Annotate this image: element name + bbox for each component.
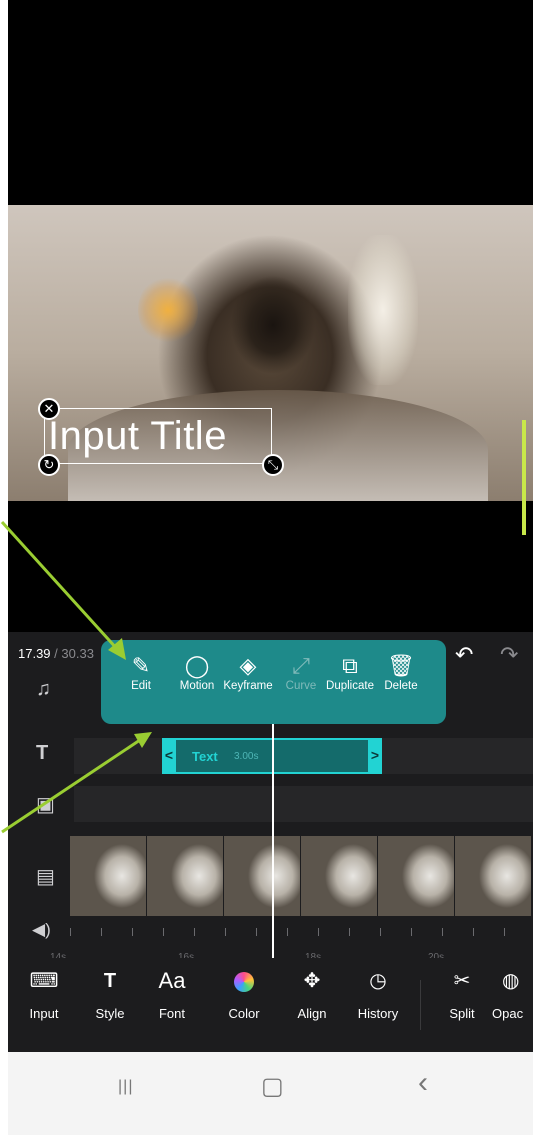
ruler-tick xyxy=(256,928,257,936)
rotate-icon[interactable]: ↻ xyxy=(38,454,60,476)
clip-left-handle[interactable]: < xyxy=(162,738,176,774)
font-tool[interactable]: Aa Font xyxy=(142,966,202,1021)
light-left xyxy=(138,275,198,345)
history-tool[interactable]: ◷ History xyxy=(348,966,408,1021)
annotation-arrow-clip xyxy=(1,732,152,834)
back-button[interactable]: ‹ xyxy=(418,1066,428,1100)
opacity-icon: ◍ xyxy=(502,970,520,992)
clip-duration: 3.00s xyxy=(234,751,259,762)
delete-button[interactable]: 🗑 Delete xyxy=(373,652,429,692)
ruler-tick xyxy=(101,928,102,936)
color-wheel-icon xyxy=(214,966,274,996)
clip-action-popup: ✎ Edit ◯ Motion ◈ Keyframe ⤢ Curve ⧉ Dup… xyxy=(101,640,446,724)
delete-icon: 🗑 xyxy=(387,653,415,678)
delete-label: Delete xyxy=(384,680,418,692)
ruler-tick xyxy=(318,928,319,936)
video-frame-thumb xyxy=(224,836,300,916)
style-tool-label: Style xyxy=(95,1006,125,1021)
redo-icon[interactable]: ↷ xyxy=(500,642,518,668)
video-frame-thumb xyxy=(455,836,531,916)
edit-label: Edit xyxy=(131,680,151,692)
phone-screen: Input Title ✕ ↻ ⤡ 17.39 / 30.33 ↶ ↷ ♫ T … xyxy=(0,0,533,1135)
tools-divider xyxy=(420,980,421,1030)
split-tool[interactable]: ✂ Split xyxy=(432,966,492,1021)
ruler-tick xyxy=(70,928,71,936)
input-tool-label: Input xyxy=(29,1006,59,1021)
title-text-overlay[interactable]: Input Title xyxy=(48,410,227,462)
duplicate-icon: ⧉ xyxy=(342,653,358,678)
ruler-tick xyxy=(504,928,505,936)
ruler-tick xyxy=(225,928,226,936)
system-nav-bar: ||| ▢ ‹ xyxy=(8,1052,533,1135)
home-button[interactable]: ▢ xyxy=(261,1072,284,1101)
duplicate-button[interactable]: ⧉ Duplicate xyxy=(323,652,377,692)
split-tool-label: Split xyxy=(449,1006,475,1021)
duplicate-label: Duplicate xyxy=(326,680,374,692)
scale-icon[interactable]: ⤡ xyxy=(262,454,284,476)
color-tool-label: Color xyxy=(228,1006,260,1021)
ruler-tick xyxy=(473,928,474,936)
ruler-tick xyxy=(411,928,412,936)
annotation-arrow-popup xyxy=(0,520,126,660)
align-tool-label: Align xyxy=(297,1006,327,1021)
history-tool-label: History xyxy=(357,1006,399,1021)
light-right xyxy=(348,235,418,385)
ruler-tick xyxy=(442,928,443,936)
motion-icon: ◯ xyxy=(184,653,210,678)
keyframe-icon: ◈ xyxy=(239,653,257,678)
video-frame-thumb xyxy=(378,836,454,916)
curve-button[interactable]: ⤢ Curve xyxy=(273,652,329,692)
color-swatch xyxy=(234,971,254,992)
close-icon[interactable]: ✕ xyxy=(38,398,60,420)
motion-label: Motion xyxy=(179,680,215,692)
video-filmstrip[interactable] xyxy=(70,836,533,916)
recents-button[interactable]: ||| xyxy=(118,1078,133,1096)
video-frame-thumb xyxy=(70,836,146,916)
clip-right-handle[interactable]: > xyxy=(368,738,382,774)
ruler-tick xyxy=(194,928,195,936)
ruler-tick xyxy=(287,928,288,936)
curve-label: Curve xyxy=(285,680,317,692)
text-tools-bar: ⌨ Input T Style Aa Font Color ✥ Align ◷ … xyxy=(8,958,533,1050)
add-video-icon[interactable]: ▤ xyxy=(36,864,55,889)
scissors-icon: ✂ xyxy=(453,970,471,992)
ruler-tick xyxy=(132,928,133,936)
video-frame-thumb xyxy=(147,836,223,916)
style-tool[interactable]: T Style xyxy=(80,966,140,1021)
opacity-tool-label: Opac xyxy=(492,1006,524,1021)
time-ruler: 14s 16s 18s 20s xyxy=(50,922,533,963)
add-music-icon[interactable]: ♫ xyxy=(36,678,51,701)
keyframe-label: Keyframe xyxy=(223,680,273,692)
keyboard-icon: ⌨ xyxy=(29,970,59,992)
volume-icon[interactable]: ◀) xyxy=(32,920,51,940)
keyframe-button[interactable]: ◈ Keyframe xyxy=(221,652,275,692)
curve-icon: ⤢ xyxy=(292,653,310,678)
input-tool[interactable]: ⌨ Input xyxy=(14,966,74,1021)
video-frame-thumb xyxy=(301,836,377,916)
opacity-tool[interactable]: ◍ Opac xyxy=(492,966,533,1021)
crop-edge-indicator xyxy=(522,420,526,535)
undo-icon[interactable]: ↶ xyxy=(455,642,473,668)
motion-button[interactable]: ◯ Motion xyxy=(169,652,225,692)
align-tool[interactable]: ✥ Align xyxy=(282,966,342,1021)
align-icon: ✥ xyxy=(303,970,321,992)
history-icon: ◷ xyxy=(369,970,387,992)
color-tool[interactable]: Color xyxy=(214,966,274,1021)
ruler-tick xyxy=(349,928,350,936)
clip-name: Text xyxy=(192,749,218,764)
font-tool-label: Font xyxy=(158,1006,185,1021)
style-icon: T xyxy=(103,970,117,992)
font-icon: Aa xyxy=(158,968,186,993)
ruler-tick xyxy=(163,928,164,936)
ruler-tick xyxy=(380,928,381,936)
